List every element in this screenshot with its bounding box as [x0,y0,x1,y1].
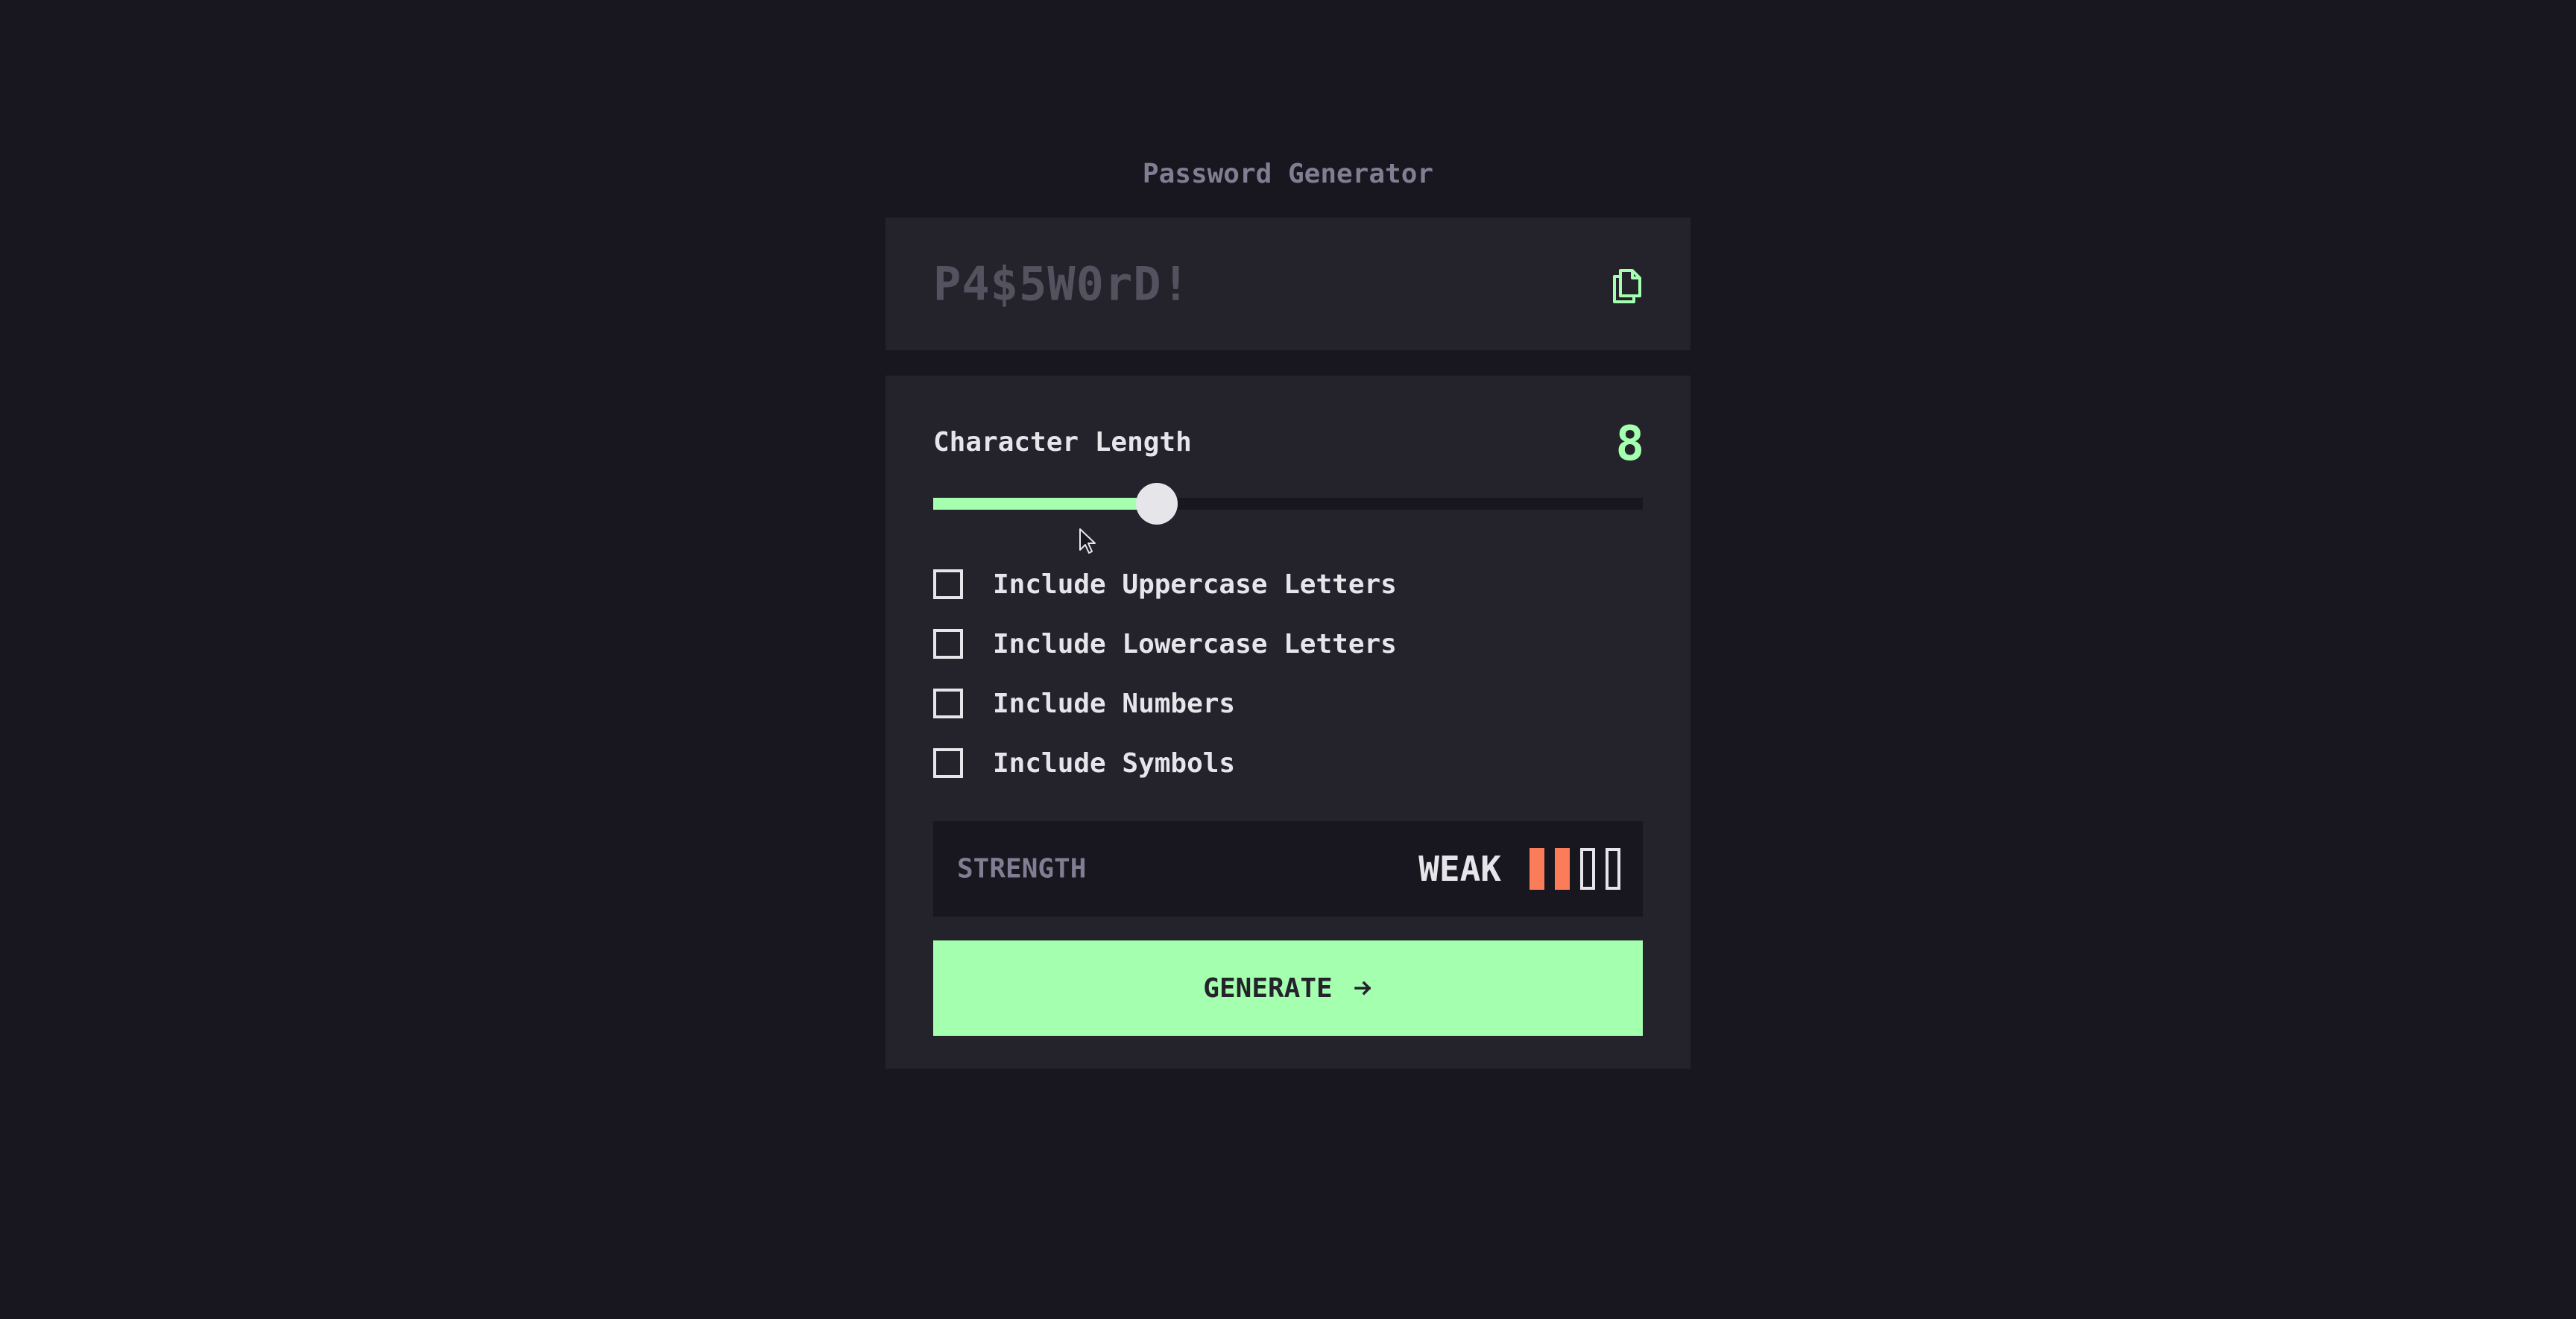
strength-rating: WEAK [1418,849,1501,889]
symbols-label[interactable]: Include Symbols [993,748,1235,779]
generate-button[interactable]: GENERATE [933,940,1643,1036]
symbols-checkbox[interactable] [933,748,963,778]
character-length-label: Character Length [933,427,1192,458]
app-title: Password Generator [1142,159,1434,189]
arrow-right-icon [1354,981,1371,996]
strength-meter: STRENGTH WEAK [933,821,1643,917]
settings-panel: Character Length 8 Include Uppercase Let… [886,376,1690,1069]
option-numbers[interactable]: Include Numbers [933,674,1643,733]
copy-button[interactable] [1610,265,1644,303]
character-length-slider[interactable] [933,483,1643,525]
generate-label: GENERATE [1203,972,1333,1004]
lowercase-label[interactable]: Include Lowercase Letters [993,629,1397,660]
strength-label: STRENGTH [957,853,1087,885]
lowercase-checkbox[interactable] [933,629,963,659]
mouse-cursor-icon [1079,528,1096,554]
strength-bar-2 [1555,848,1570,890]
strength-bar-3 [1580,848,1595,890]
option-lowercase[interactable]: Include Lowercase Letters [933,614,1643,674]
uppercase-checkbox[interactable] [933,569,963,599]
numbers-checkbox[interactable] [933,689,963,718]
strength-bar-1 [1530,848,1544,890]
option-symbols[interactable]: Include Symbols [933,733,1643,793]
copy-icon [1613,269,1641,303]
password-display[interactable]: P4$5W0rD! [933,257,1190,311]
options-list: Include Uppercase Letters Include Lowerc… [933,554,1643,793]
numbers-label[interactable]: Include Numbers [993,689,1235,719]
password-output-panel: P4$5W0rD! [886,218,1690,350]
slider-fill [933,498,1157,510]
option-uppercase[interactable]: Include Uppercase Letters [933,554,1643,614]
strength-bar-4 [1606,848,1620,890]
strength-bars [1530,848,1620,890]
uppercase-label[interactable]: Include Uppercase Letters [993,569,1397,600]
slider-thumb[interactable] [1135,483,1178,525]
character-length-value: 8 [1615,417,1644,472]
